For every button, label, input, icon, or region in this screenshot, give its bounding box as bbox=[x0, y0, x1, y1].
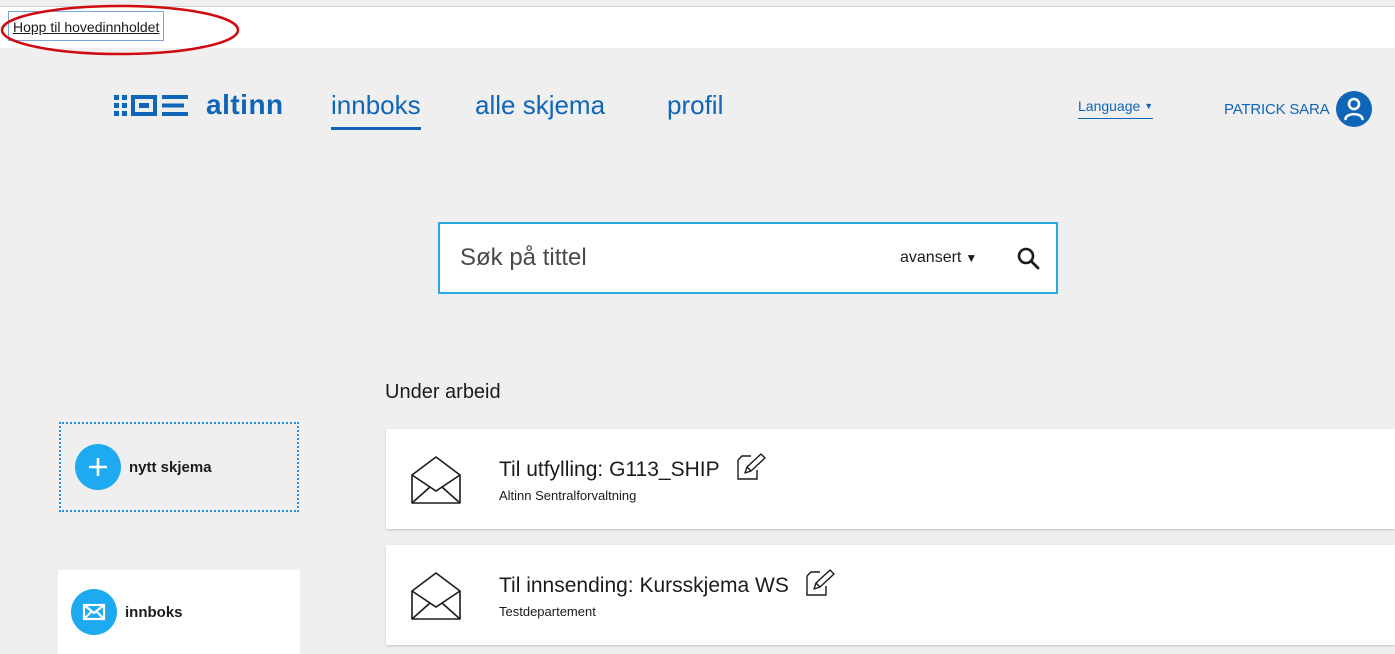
nav-profil[interactable]: profil bbox=[667, 88, 723, 122]
message-title: Til innsending: Kursskjema WS bbox=[499, 568, 837, 604]
caret-down-icon: ▼ bbox=[965, 251, 978, 265]
message-title-text: Til utfylling: G113_SHIP bbox=[499, 458, 720, 481]
nav-innboks[interactable]: innboks bbox=[331, 88, 421, 130]
nav-alle-skjema[interactable]: alle skjema bbox=[475, 88, 605, 122]
search-box: avansert▼ bbox=[438, 222, 1058, 294]
message-title-text: Til innsending: Kursskjema WS bbox=[499, 574, 789, 597]
user-name: PATRICK SARA bbox=[1224, 100, 1330, 118]
language-label: Language bbox=[1078, 98, 1141, 114]
message-item[interactable]: Til utfylling: G113_SHIP Altinn Sentralf… bbox=[386, 429, 1395, 529]
plus-icon bbox=[75, 444, 121, 490]
skip-to-content-link[interactable]: Hopp til hovedinnholdet bbox=[8, 11, 165, 41]
open-envelope-icon bbox=[408, 567, 464, 627]
user-menu[interactable]: PATRICK SARA bbox=[1224, 91, 1373, 127]
new-form-label: nytt skjema bbox=[129, 458, 212, 476]
user-icon bbox=[1336, 91, 1373, 127]
skip-bar bbox=[0, 7, 1395, 48]
altinn-logo-icon bbox=[114, 95, 188, 116]
caret-down-icon: ▼ bbox=[1144, 101, 1154, 111]
altinn-logo[interactable]: altinn bbox=[114, 90, 284, 120]
edit-icon bbox=[803, 568, 837, 604]
new-form-button[interactable]: nytt skjema bbox=[59, 422, 299, 512]
search-input[interactable] bbox=[460, 240, 880, 276]
advanced-search-label: avansert bbox=[900, 249, 962, 266]
search-icon[interactable] bbox=[1014, 244, 1042, 272]
advanced-search-toggle[interactable]: avansert ▼ bbox=[900, 246, 977, 270]
language-dropdown[interactable]: Language ▼ bbox=[1078, 98, 1154, 119]
open-envelope-icon bbox=[408, 451, 464, 511]
sidebar-inbox-label: innboks bbox=[125, 603, 183, 621]
section-title: Under arbeid bbox=[385, 381, 501, 403]
edit-icon bbox=[734, 452, 768, 488]
brand-name: altinn bbox=[206, 89, 284, 120]
message-item[interactable]: Til innsending: Kursskjema WS Testdepart… bbox=[386, 545, 1395, 645]
envelope-icon bbox=[71, 589, 117, 635]
sidebar-inbox-button[interactable]: innboks bbox=[58, 570, 300, 654]
message-sender: Testdepartement bbox=[499, 604, 596, 619]
message-title: Til utfylling: G113_SHIP bbox=[499, 452, 768, 488]
message-sender: Altinn Sentralforvaltning bbox=[499, 488, 637, 503]
